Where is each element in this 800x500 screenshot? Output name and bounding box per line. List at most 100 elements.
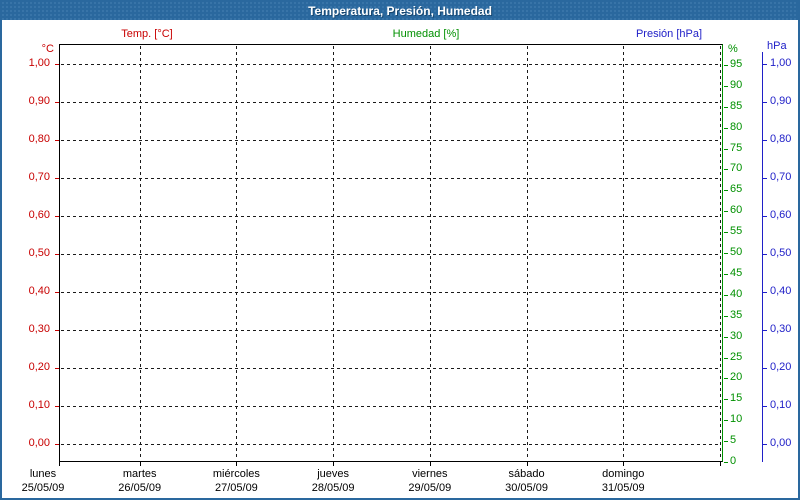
pressure-axis-tick xyxy=(763,368,767,369)
h-gridline xyxy=(61,178,721,179)
h-gridline xyxy=(61,140,721,141)
temp-axis-tick-label: 0,70 xyxy=(28,171,50,183)
pressure-axis-tick xyxy=(763,254,767,255)
h-gridline xyxy=(61,368,721,369)
x-axis-tick xyxy=(720,462,721,466)
pressure-axis-tick xyxy=(763,140,767,141)
v-gridline xyxy=(623,46,624,460)
h-gridline xyxy=(61,64,721,65)
x-axis-tick xyxy=(333,462,334,466)
pressure-axis-tick xyxy=(763,292,767,293)
humidity-axis-tick xyxy=(724,190,728,191)
humidity-axis-tick-label: 75 xyxy=(730,142,743,154)
h-gridline xyxy=(61,444,721,445)
pressure-axis-tick-label: 0,70 xyxy=(770,171,792,183)
v-gridline xyxy=(430,46,431,460)
pressure-axis-tick-label: 0,00 xyxy=(770,437,792,449)
right-axis-unit-percent: % xyxy=(728,43,738,55)
temp-axis-tick-label: 1,00 xyxy=(28,57,50,69)
x-axis-tick xyxy=(236,462,237,466)
temp-axis-tick xyxy=(55,444,59,445)
temp-axis-tick xyxy=(55,368,59,369)
x-axis-date-label: 29/05/09 xyxy=(408,482,452,494)
humidity-axis-tick-label: 30 xyxy=(730,330,743,342)
left-axis-unit-celsius: °C xyxy=(41,43,54,55)
temp-axis-tick-label: 0,30 xyxy=(28,323,50,335)
pressure-axis-tick-label: 0,10 xyxy=(770,399,792,411)
humidity-axis-tick-label: 5 xyxy=(730,434,737,446)
temp-axis-tick-label: 0,00 xyxy=(28,437,50,449)
humidity-axis-tick-label: 15 xyxy=(730,392,743,404)
temp-axis-tick-label: 0,50 xyxy=(28,247,50,259)
humidity-axis-tick xyxy=(724,295,728,296)
humidity-axis-tick-label: 95 xyxy=(730,58,743,70)
pressure-axis-tick xyxy=(763,444,767,445)
humidity-axis-tick-label: 35 xyxy=(730,309,743,321)
humidity-axis-tick xyxy=(724,337,728,338)
pressure-axis-tick xyxy=(763,64,767,65)
x-axis-date-label: 26/05/09 xyxy=(118,482,162,494)
x-axis-date-label: 27/05/09 xyxy=(214,482,258,494)
humidity-axis-tick xyxy=(724,128,728,129)
pressure-axis-tick xyxy=(763,102,767,103)
pressure-axis-tick-label: 0,20 xyxy=(770,361,792,373)
weather-chart-window: Temperatura, Presión, Humedad Temp. [°C]… xyxy=(0,0,800,500)
temp-axis-tick-label: 0,80 xyxy=(28,133,50,145)
x-axis-day-label: jueves xyxy=(317,468,350,480)
x-axis-day-label: lunes xyxy=(29,468,57,480)
pressure-axis-tick-label: 0,50 xyxy=(770,247,792,259)
h-gridline xyxy=(61,254,721,255)
humidity-axis-tick xyxy=(724,253,728,254)
temp-axis-tick xyxy=(55,140,59,141)
x-axis-date-label: 31/05/09 xyxy=(601,482,645,494)
v-gridline xyxy=(140,46,141,460)
humidity-axis-tick-label: 45 xyxy=(730,267,743,279)
h-gridline xyxy=(61,292,721,293)
humidity-axis-tick xyxy=(724,149,728,150)
pressure-axis-tick-label: 1,00 xyxy=(770,57,792,69)
legend-temperature: Temp. [°C] xyxy=(121,28,173,40)
humidity-axis-tick xyxy=(724,316,728,317)
x-axis-tick xyxy=(623,462,624,466)
h-gridline xyxy=(61,406,721,407)
humidity-axis-tick-label: 85 xyxy=(730,100,743,112)
temp-axis-tick xyxy=(55,254,59,255)
x-axis-day-label: viernes xyxy=(412,468,448,480)
humidity-axis-tick-label: 90 xyxy=(730,79,743,91)
h-gridline xyxy=(61,102,721,103)
h-gridline xyxy=(61,216,721,217)
pressure-axis-tick xyxy=(763,406,767,407)
temp-axis-tick-label: 0,10 xyxy=(28,399,50,411)
humidity-axis-tick-label: 10 xyxy=(730,413,743,425)
humidity-axis-tick-label: 20 xyxy=(730,371,743,383)
chart-title: Temperatura, Presión, Humedad xyxy=(308,4,492,18)
title-bar: Temperatura, Presión, Humedad xyxy=(2,2,798,20)
pressure-axis-tick-label: 0,80 xyxy=(770,133,792,145)
right-axis-unit-hpa: hPa xyxy=(767,40,787,52)
humidity-axis-tick xyxy=(724,441,728,442)
x-axis-date-label: 25/05/09 xyxy=(21,482,65,494)
x-axis-date-label: 28/05/09 xyxy=(311,482,355,494)
pressure-axis-tick xyxy=(763,178,767,179)
pressure-axis-tick xyxy=(763,216,767,217)
pressure-axis-tick-label: 0,30 xyxy=(770,323,792,335)
humidity-axis-tick xyxy=(724,169,728,170)
temp-axis-tick xyxy=(55,406,59,407)
x-axis-day-label: sábado xyxy=(508,468,545,480)
temp-axis-tick xyxy=(55,178,59,179)
x-axis-tick xyxy=(430,462,431,466)
pressure-axis-tick-label: 0,40 xyxy=(770,285,792,297)
humidity-axis-tick xyxy=(724,420,728,421)
x-axis-date-label: 30/05/09 xyxy=(505,482,548,494)
v-gridline xyxy=(720,46,721,460)
humidity-axis-tick xyxy=(724,107,728,108)
temp-axis-tick-label: 0,60 xyxy=(28,209,50,221)
humidity-axis-tick-label: 65 xyxy=(730,183,743,195)
v-gridline xyxy=(236,46,237,460)
humidity-axis-tick xyxy=(724,462,728,463)
pressure-axis-tick-label: 0,90 xyxy=(770,95,792,107)
x-axis-tick xyxy=(527,462,528,466)
humidity-axis-tick xyxy=(724,399,728,400)
humidity-axis-tick-label: 55 xyxy=(730,225,743,237)
humidity-axis-tick-label: 40 xyxy=(730,288,743,300)
